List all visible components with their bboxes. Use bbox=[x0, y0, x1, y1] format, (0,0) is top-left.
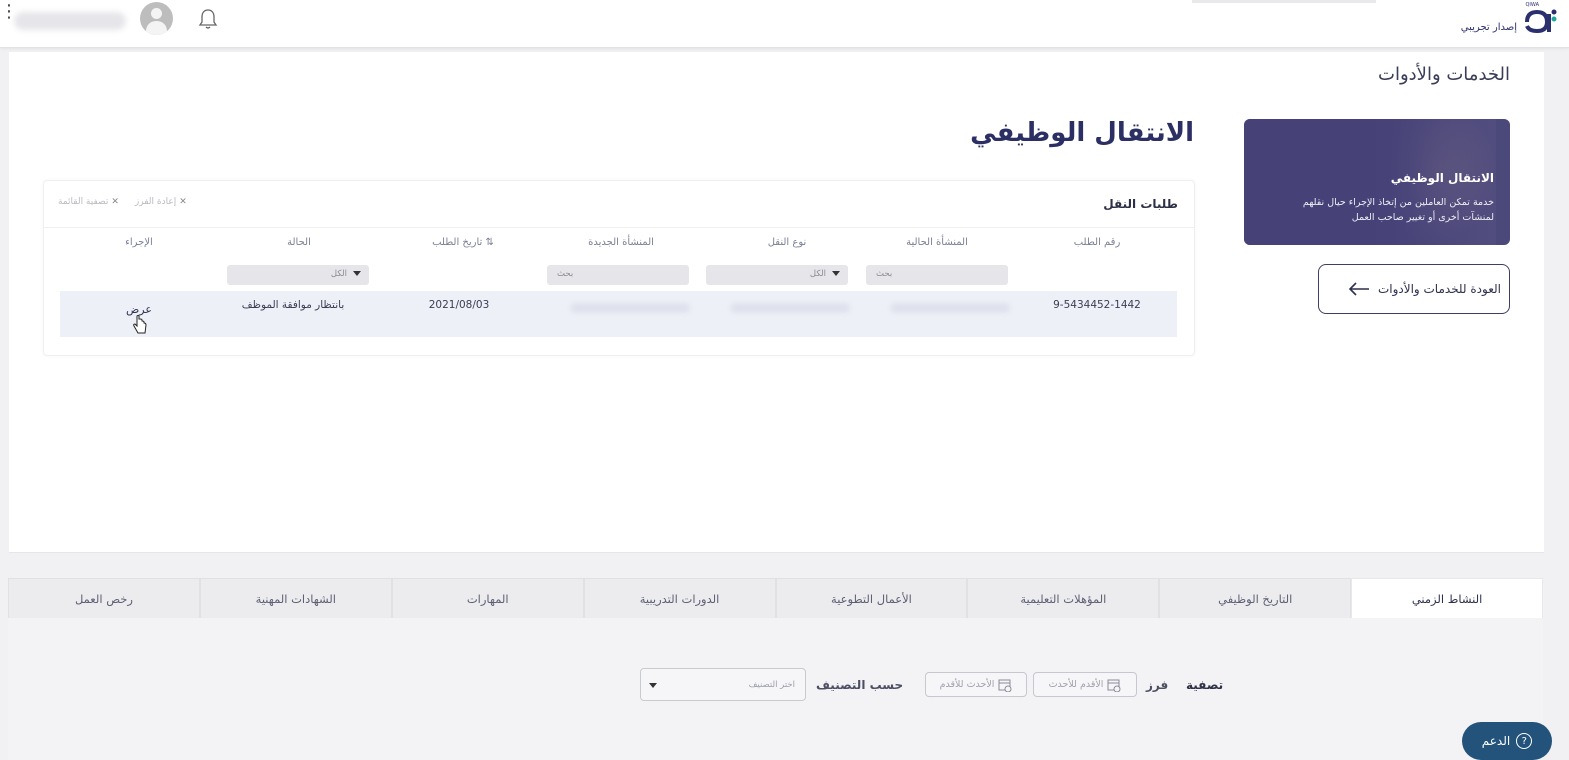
calendar-icon bbox=[1107, 679, 1121, 692]
filter-label: تصفية bbox=[1186, 678, 1224, 692]
sort-oldest-button[interactable]: الأقدم للأحدث bbox=[1033, 672, 1137, 697]
user-name[interactable] bbox=[14, 12, 126, 30]
status-select[interactable]: الكل bbox=[227, 265, 369, 285]
column-header-request-date[interactable]: ⇅ تاريخ الطلب bbox=[388, 237, 538, 248]
tab-work-licenses[interactable]: رخص العمل bbox=[8, 578, 200, 618]
table-title: طلبات النقل bbox=[1103, 197, 1178, 211]
chip-filter-list[interactable]: ✕تصفية القائمة bbox=[58, 197, 119, 207]
profile-tabs: النشاط الزمني التاريخ الوظيفي المؤهلات ا… bbox=[8, 578, 1543, 618]
service-card-title: الانتقال الوظيفي bbox=[1390, 171, 1494, 185]
column-header-transfer-type[interactable]: نوع النقل bbox=[712, 237, 862, 248]
cell-new-establishment bbox=[570, 303, 690, 313]
calendar-icon bbox=[998, 679, 1012, 692]
page-heading: الخدمات والأدوات bbox=[1378, 64, 1510, 85]
cell-request-no: 9-5434452-1442 bbox=[1053, 299, 1141, 311]
tab-skills[interactable]: المهارات bbox=[391, 578, 584, 618]
more-menu-icon[interactable]: ⋮ bbox=[0, 3, 18, 32]
chip-reset-sort[interactable]: ✕إعادة الفرز bbox=[135, 197, 187, 207]
current-establishment-search[interactable]: بحث bbox=[866, 265, 1008, 285]
main-content: الخدمات والأدوات الانتقال الوظيفي خدمة ت… bbox=[9, 52, 1544, 553]
category-label: حسب التصنيف bbox=[816, 678, 904, 692]
category-select[interactable]: اختر التصنيف bbox=[640, 668, 806, 701]
hand-cursor-icon bbox=[133, 315, 147, 334]
column-header-new-establishment[interactable]: المنشأة الجديدة bbox=[546, 237, 696, 248]
logo-subtitle: إصدار تجريبي bbox=[1460, 22, 1517, 33]
service-title: الانتقال الوظيفي bbox=[970, 118, 1194, 148]
service-card[interactable]: الانتقال الوظيفي خدمة تمكن العاملين من إ… bbox=[1244, 119, 1510, 245]
tab-training-courses[interactable]: الدورات التدريبية bbox=[583, 578, 776, 618]
chevron-down-icon bbox=[353, 271, 361, 276]
column-header-current-establishment[interactable]: المنشأة الحالية bbox=[862, 237, 1012, 248]
cell-current-establishment bbox=[890, 303, 1010, 313]
chevron-down-icon bbox=[832, 271, 840, 276]
support-button[interactable]: ? الدعم bbox=[1462, 722, 1552, 760]
back-button-label: العودة للخدمات والأدوات bbox=[1377, 282, 1501, 296]
top-bar: ⋮ QIWA إصدار تجريبي bbox=[0, 0, 1569, 48]
logo-icon bbox=[1525, 9, 1557, 34]
table-row: 9-5434452-1442 2021/08/03 بانتظار موافقة… bbox=[60, 291, 1177, 337]
avatar[interactable] bbox=[140, 2, 173, 35]
top-strip bbox=[1192, 0, 1376, 3]
column-header-status[interactable]: الحالة bbox=[224, 237, 374, 248]
tab-volunteering[interactable]: الأعمال التطوعية bbox=[775, 578, 968, 618]
column-header-action[interactable]: الإجراء bbox=[64, 237, 214, 248]
transfer-type-select[interactable]: الكل bbox=[706, 265, 848, 285]
tab-certificates[interactable]: الشهادات المهنية bbox=[199, 578, 392, 618]
sort-label: فرز bbox=[1146, 678, 1169, 692]
chevron-down-icon bbox=[649, 683, 657, 688]
tab-timeline[interactable]: النشاط الزمني bbox=[1351, 578, 1543, 618]
cell-status: بانتظار موافقة الموظف bbox=[241, 299, 345, 311]
service-card-description: خدمة تمكن العاملين من إتخاذ الإجراء حيال… bbox=[1302, 197, 1494, 223]
close-icon: ✕ bbox=[111, 197, 119, 207]
table-chips: ✕إعادة الفرز ✕تصفية القائمة bbox=[58, 197, 187, 207]
transfer-requests-table: طلبات النقل ✕إعادة الفرز ✕تصفية القائمة … bbox=[43, 180, 1195, 356]
cell-transfer-type bbox=[730, 303, 850, 313]
arrow-left-icon bbox=[1348, 282, 1369, 296]
logo[interactable]: QIWA إصدار تجريبي bbox=[1451, 2, 1561, 42]
sort-newest-button[interactable]: الأحدث للأقدم bbox=[925, 672, 1027, 697]
help-icon: ? bbox=[1516, 733, 1533, 749]
sort-icon: ⇅ bbox=[482, 237, 494, 248]
close-icon: ✕ bbox=[179, 197, 187, 207]
back-to-services-button[interactable]: العودة للخدمات والأدوات bbox=[1318, 264, 1510, 314]
cell-request-date: 2021/08/03 bbox=[428, 299, 490, 311]
support-label: الدعم bbox=[1481, 734, 1511, 748]
column-header-request-no[interactable]: رقم الطلب bbox=[1022, 237, 1172, 248]
tab-career-history[interactable]: التاريخ الوظيفي bbox=[1159, 578, 1352, 618]
bell-icon[interactable] bbox=[198, 8, 218, 30]
new-establishment-search[interactable]: بحث bbox=[547, 265, 689, 285]
tab-education[interactable]: المؤهلات التعليمية bbox=[967, 578, 1160, 618]
